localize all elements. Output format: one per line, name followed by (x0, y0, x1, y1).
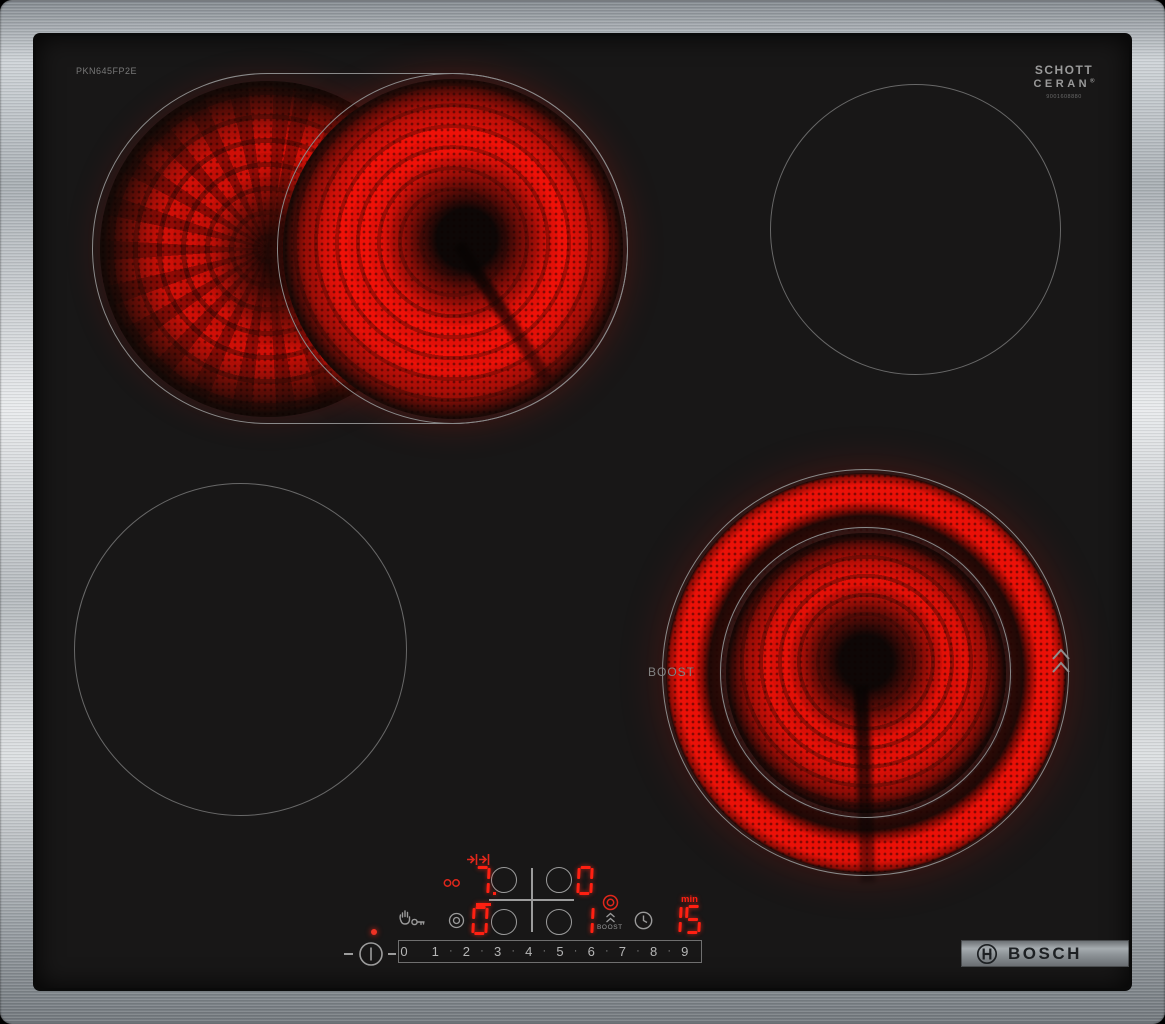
boost-glass-chevrons-icon (1050, 646, 1072, 676)
back-right-power-display (576, 866, 596, 895)
glass-serial-number: 9001608880 (1046, 94, 1082, 101)
power-led (371, 929, 377, 935)
model-number: PKN645FP2E (76, 66, 138, 76)
boost-glass-label: BOOST (648, 665, 696, 679)
level-dot: · (480, 945, 484, 957)
bosch-emblem-icon (976, 943, 998, 965)
level-dot: · (604, 945, 609, 957)
back-left-zone-circle-outline (277, 73, 628, 424)
front-right-zone-inner-outline (720, 527, 1011, 818)
registered-mark: ® (1090, 78, 1095, 85)
schott-text: SCHOTT (1034, 63, 1094, 77)
power-level-0[interactable]: 0 (400, 944, 407, 959)
timer-clock-icon[interactable] (633, 910, 654, 931)
power-level-7[interactable]: 7 (619, 944, 626, 959)
level-dot: · (636, 945, 640, 957)
zone-key-front-right[interactable] (546, 909, 572, 935)
bosch-logo-badge: BOSCH (961, 940, 1129, 967)
zone-select-cross (489, 899, 574, 901)
power-level-5[interactable]: 5 (556, 944, 563, 959)
twin-circle-icon (448, 912, 465, 929)
front-right-power-display (578, 906, 597, 935)
level-dot: · (667, 945, 672, 957)
power-dash (344, 953, 353, 955)
boost-twin-circle-icon[interactable] (602, 894, 619, 911)
boost-key-label[interactable]: BOOST (597, 924, 623, 931)
front-left-power-display (471, 906, 491, 935)
zone-key-back-right[interactable] (546, 867, 572, 893)
timer-unit-label: min (681, 894, 698, 905)
timer-display (666, 905, 704, 934)
bosch-wordmark: BOSCH (1008, 943, 1082, 963)
power-level-6[interactable]: 6 (588, 944, 595, 959)
power-dash (388, 953, 396, 955)
schott-ceran-logo: SCHOTT CERAN® 9001608880 (1014, 63, 1114, 101)
power-level-8[interactable]: 8 (650, 944, 657, 959)
power-level-3[interactable]: 3 (494, 944, 501, 959)
extend-zone-icon (466, 853, 490, 866)
back-right-zone-outline (770, 84, 1061, 375)
bosch-ceramic-hob: BOOST PKN645FP2E SCHOTT CERAN® 900160888… (0, 0, 1165, 1024)
power-level-2[interactable]: 2 (463, 944, 470, 959)
power-level-9[interactable]: 9 (681, 944, 688, 959)
level-dot: · (542, 945, 547, 957)
power-level-4[interactable]: 4 (525, 944, 532, 959)
level-dot: · (511, 945, 516, 957)
boost-chevrons-icon (605, 912, 616, 923)
ceran-text: CERAN® (1033, 77, 1095, 90)
front-left-zone-outline (74, 483, 407, 816)
power-level-1[interactable]: 1 (432, 944, 439, 959)
level-dot: · (573, 945, 578, 957)
back-left-power-display (474, 866, 497, 895)
power-icon[interactable] (357, 940, 385, 968)
childlock-hand-key-icon[interactable] (396, 908, 426, 928)
power-level-slider[interactable]: 0 1 · 2 · 3 · 4 · 5 · 6 · 7 · 8 · 9 (398, 940, 702, 963)
zone-key-front-left[interactable] (491, 909, 517, 935)
level-dot: · (448, 945, 453, 957)
dual-zone-icon (443, 878, 461, 888)
